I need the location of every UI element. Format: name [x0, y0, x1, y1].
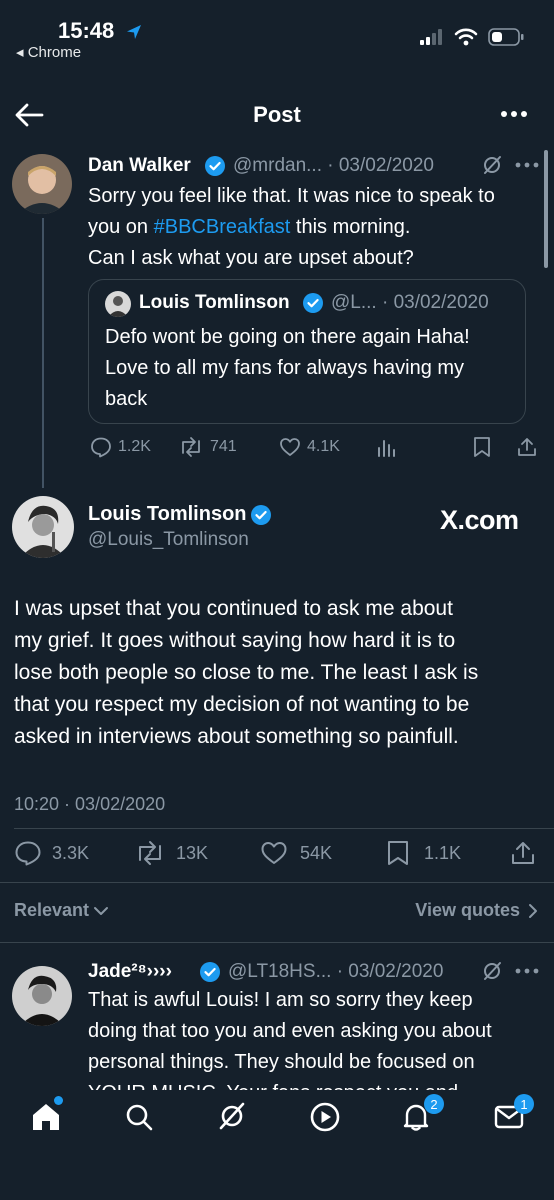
search-icon[interactable]	[124, 1102, 154, 1132]
quoted-handle-date: @L... · 03/02/2020	[331, 292, 489, 313]
quoted-text-line: Love to all my fans for always having my	[105, 357, 465, 379]
status-icons	[420, 28, 524, 46]
main-repost-button[interactable]: 13K	[134, 840, 208, 866]
relevant-sort-dropdown[interactable]: Relevant	[14, 900, 109, 921]
tweet-more-icon[interactable]	[515, 968, 539, 974]
home-unread-dot	[54, 1096, 63, 1105]
quoted-text-line: back	[105, 388, 148, 410]
main-text-line: that you respect my decision of not want…	[14, 693, 470, 716]
heart-icon	[280, 438, 300, 456]
repost-icon	[139, 841, 161, 865]
bottom-tab-bar	[0, 1090, 554, 1200]
share-icon[interactable]	[510, 840, 536, 866]
main-repost-count: 13K	[176, 842, 209, 863]
page-title: Post	[253, 102, 301, 127]
view-quotes-label: View quotes	[415, 900, 520, 920]
thread-line	[42, 218, 44, 488]
divider	[0, 942, 554, 943]
chevron-right-icon	[529, 903, 537, 918]
divider	[0, 882, 554, 883]
main-text-line: asked in interviews about something so p…	[14, 725, 459, 748]
text-segment: you on	[88, 216, 154, 238]
tweet-text-line: Sorry you feel like that. It was nice to…	[88, 185, 495, 207]
cellular-signal-icon	[420, 29, 442, 45]
quoted-tweet-text: Defo wont be going on there again Haha! …	[105, 322, 515, 415]
reply-handle-date[interactable]: @LT18HS... · 03/02/2020	[228, 961, 443, 983]
view-quotes-link[interactable]: View quotes	[415, 900, 538, 921]
author-name[interactable]: Dan Walker	[88, 155, 191, 177]
bookmark-icon	[388, 841, 408, 865]
battery-icon	[488, 28, 524, 46]
main-reply-count: 3.3K	[52, 842, 90, 863]
main-like-count: 54K	[300, 842, 333, 863]
reply-text-line: doing that too you and even asking you a…	[88, 1020, 492, 1042]
quoted-author-name: Louis Tomlinson	[139, 292, 290, 313]
repost-button[interactable]: 741	[178, 436, 237, 458]
like-button[interactable]: 4.1K	[279, 436, 340, 458]
share-icon[interactable]	[516, 436, 538, 458]
back-to-app-link[interactable]: ◂ Chrome	[16, 43, 81, 61]
home-icon[interactable]	[30, 1102, 62, 1132]
verified-badge-icon	[303, 293, 323, 313]
notifications-badge: 2	[424, 1094, 444, 1114]
relevant-label: Relevant	[14, 900, 90, 920]
tweet-more-icon[interactable]	[515, 162, 539, 168]
scrollbar[interactable]	[544, 150, 548, 268]
author-handle-date[interactable]: @mrdan... · 03/02/2020	[233, 155, 434, 177]
video-play-icon[interactable]	[309, 1101, 341, 1133]
grok-icon[interactable]	[216, 1100, 248, 1132]
reply-icon	[91, 437, 111, 458]
quoted-text-line: Defo wont be going on there again Haha!	[105, 326, 470, 348]
reply-button[interactable]: 1.2K	[90, 436, 151, 458]
x-com-watermark: X.com	[440, 505, 519, 535]
main-text-line: I was upset that you continued to ask me…	[14, 597, 453, 620]
views-icon[interactable]	[376, 436, 398, 458]
reply-count: 1.2K	[118, 438, 151, 455]
main-bookmark-button[interactable]: 1.1K	[386, 840, 461, 866]
avatar	[105, 291, 131, 317]
main-like-button[interactable]: 54K	[260, 840, 332, 866]
bookmark-icon[interactable]	[472, 436, 492, 458]
status-time: 15:48	[58, 18, 115, 43]
tweet-text-line: Can I ask what you are upset about?	[88, 247, 414, 269]
chevron-down-icon	[94, 906, 109, 915]
messages-badge: 1	[514, 1094, 534, 1114]
hashtag-link[interactable]: #BBCBreakfast	[154, 216, 291, 238]
location-arrow-icon	[127, 25, 141, 39]
reply-text-line: That is awful Louis! I am so sorry they …	[88, 989, 473, 1011]
grok-icon[interactable]	[481, 960, 503, 982]
tweet-text-line: you on #BBCBreakfast this morning.	[88, 212, 538, 243]
verified-badge-icon	[251, 505, 271, 525]
verified-badge-icon	[200, 962, 220, 982]
main-text-line: my grief. It goes without saying how har…	[14, 629, 456, 652]
like-count: 4.1K	[307, 438, 340, 455]
verified-badge-icon	[205, 156, 225, 176]
repost-icon	[182, 437, 200, 457]
repost-count: 741	[210, 438, 237, 455]
reply-text-line: personal things. They should be focused …	[88, 1051, 475, 1073]
avatar[interactable]	[12, 154, 72, 214]
main-bookmark-count: 1.1K	[424, 842, 462, 863]
reply-author-name[interactable]: Jade²⁸››››	[88, 961, 172, 983]
main-reply-button[interactable]: 3.3K	[14, 840, 89, 866]
main-tweet-text: I was upset that you continued to ask me…	[14, 593, 544, 753]
main-text-line: lose both people so close to me. The lea…	[14, 661, 479, 684]
main-author-handle[interactable]: @Louis_Tomlinson	[88, 529, 249, 551]
text-segment: this morning.	[290, 216, 411, 238]
main-author-name[interactable]: Louis Tomlinson	[88, 503, 247, 526]
grok-icon[interactable]	[481, 154, 503, 176]
wifi-icon	[454, 28, 478, 46]
main-timestamp[interactable]: 10:20 · 03/02/2020	[14, 794, 165, 815]
heart-icon	[261, 842, 287, 864]
avatar[interactable]	[12, 966, 72, 1026]
divider	[14, 828, 554, 829]
avatar[interactable]	[12, 496, 74, 558]
more-options-icon[interactable]	[500, 110, 528, 118]
tweet-text: Sorry you feel like that. It was nice to…	[88, 181, 538, 274]
reply-icon	[15, 841, 41, 866]
